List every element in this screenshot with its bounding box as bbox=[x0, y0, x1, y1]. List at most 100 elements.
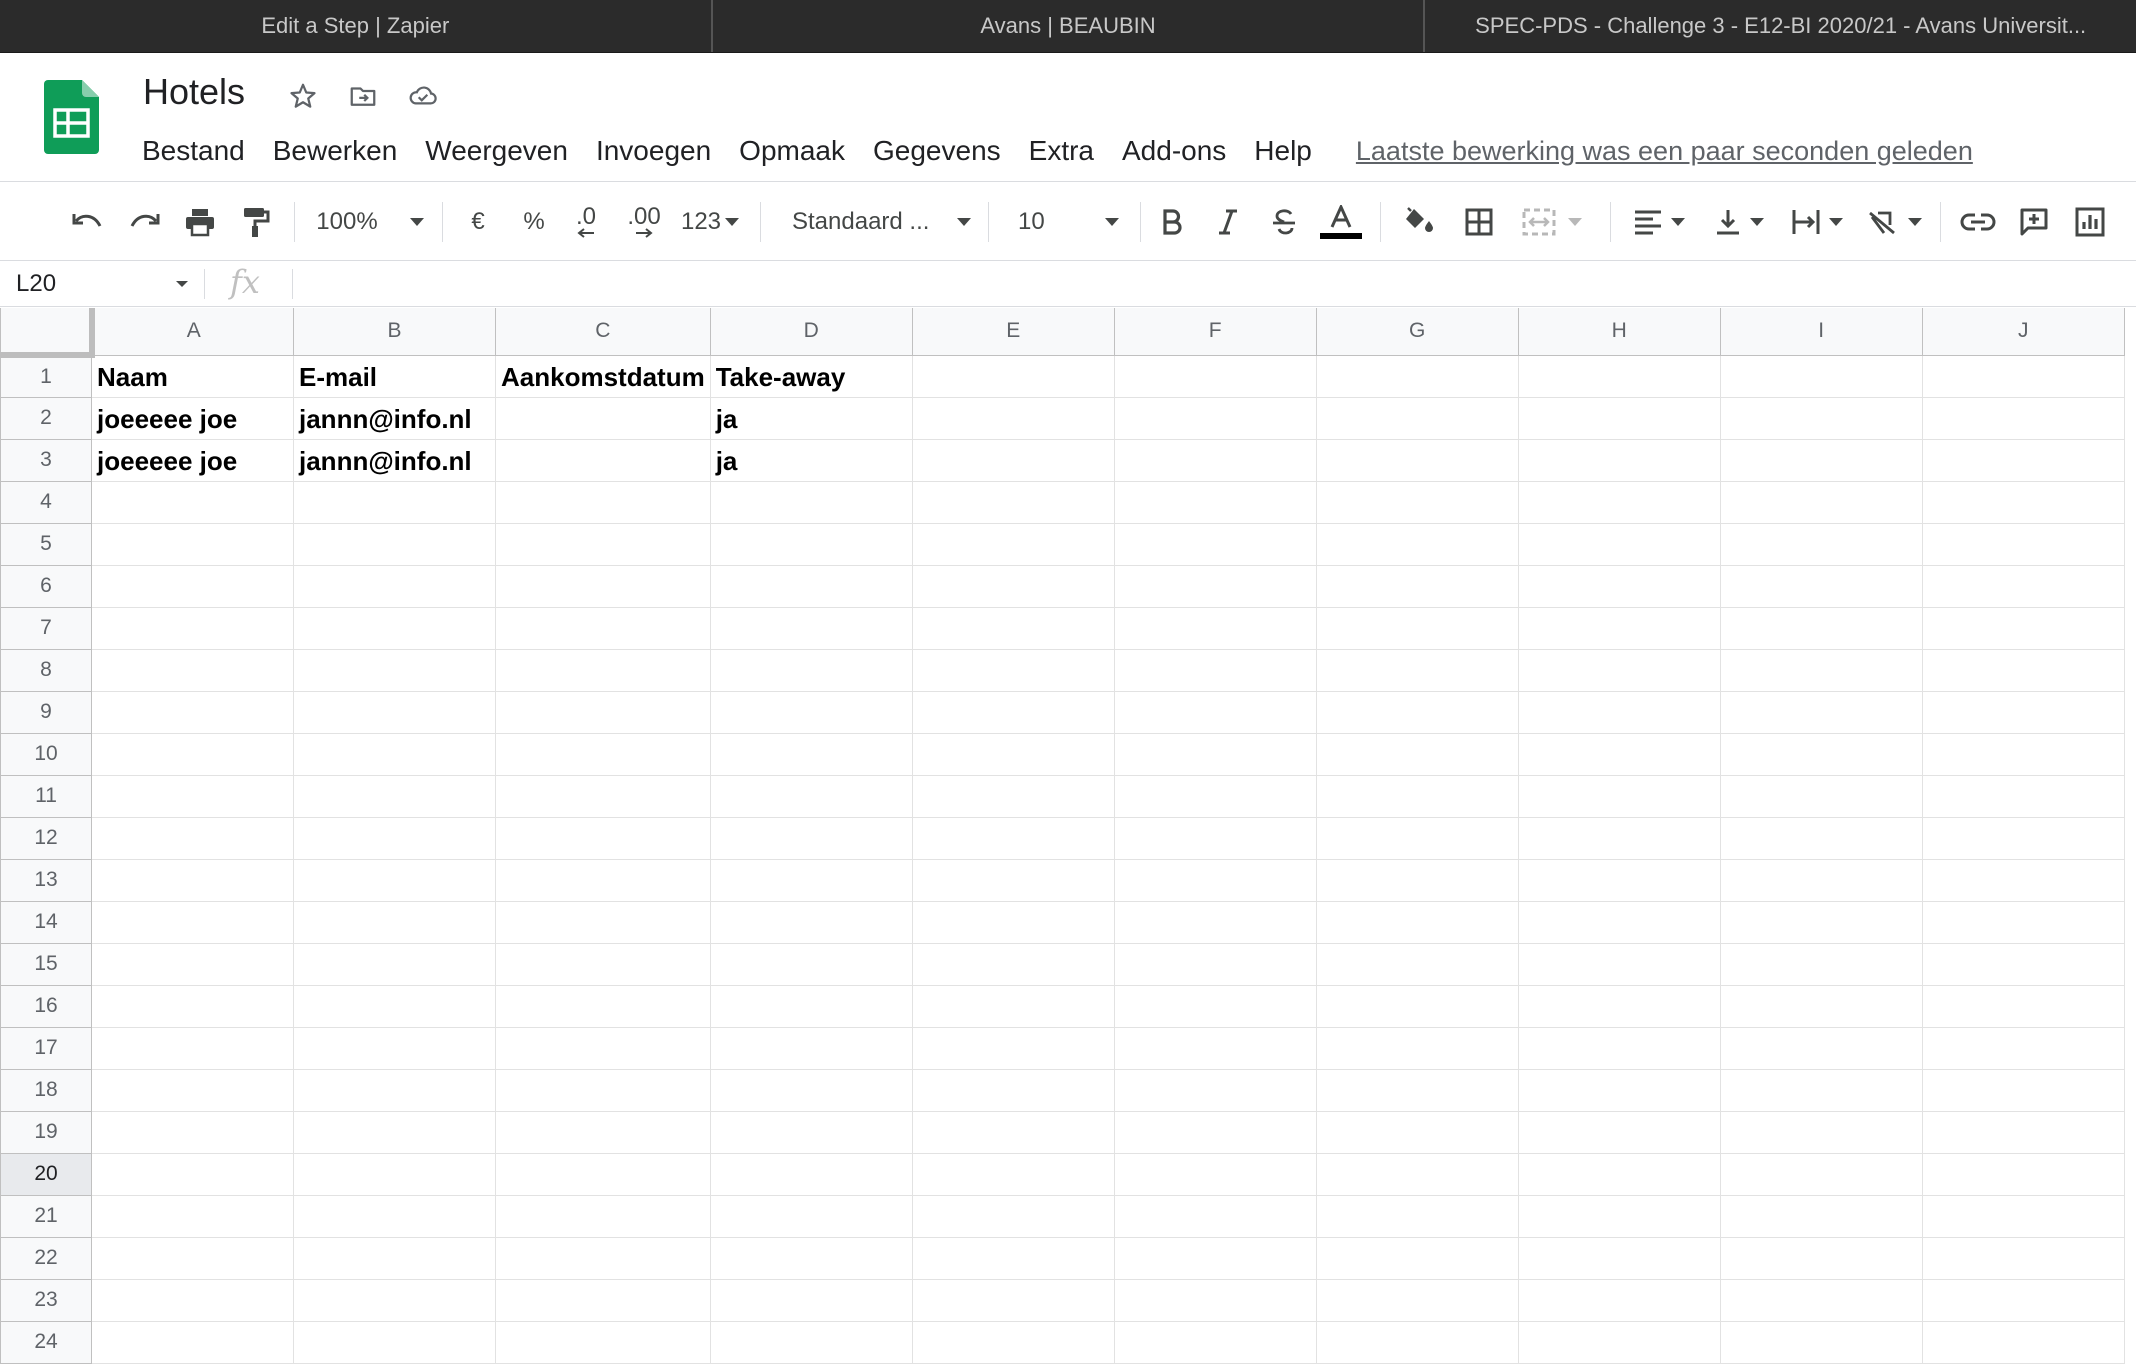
cell-j3[interactable] bbox=[1921, 438, 2125, 482]
cell-i7[interactable] bbox=[1719, 606, 1923, 650]
cell-e1[interactable] bbox=[911, 354, 1115, 398]
cell-f6[interactable] bbox=[1113, 564, 1317, 608]
cell-i3[interactable] bbox=[1719, 438, 1923, 482]
row-header[interactable]: 13 bbox=[0, 858, 92, 902]
cell-h18[interactable] bbox=[1517, 1068, 1721, 1112]
menu-bewerken[interactable]: Bewerken bbox=[259, 129, 412, 173]
cell-a22[interactable] bbox=[91, 1236, 294, 1280]
cell-d21[interactable] bbox=[709, 1194, 913, 1238]
cell-f2[interactable] bbox=[1113, 396, 1317, 440]
cell-j15[interactable] bbox=[1921, 942, 2125, 986]
cell-j22[interactable] bbox=[1921, 1236, 2125, 1280]
cell-e13[interactable] bbox=[911, 858, 1115, 902]
cell-i19[interactable] bbox=[1719, 1110, 1923, 1154]
cell-h9[interactable] bbox=[1517, 690, 1721, 734]
cell-e15[interactable] bbox=[911, 942, 1115, 986]
cell-c21[interactable] bbox=[495, 1194, 711, 1238]
cell-b22[interactable] bbox=[293, 1236, 496, 1280]
cell-f19[interactable] bbox=[1113, 1110, 1317, 1154]
cell-i17[interactable] bbox=[1719, 1026, 1923, 1070]
cell-a10[interactable] bbox=[91, 732, 294, 776]
row-header[interactable]: 18 bbox=[0, 1068, 92, 1112]
cell-i4[interactable] bbox=[1719, 480, 1923, 524]
cell-c8[interactable] bbox=[495, 648, 711, 692]
cell-c1[interactable]: Aankomstdatum bbox=[495, 354, 711, 398]
borders-icon[interactable] bbox=[1458, 182, 1500, 262]
cell-j9[interactable] bbox=[1921, 690, 2125, 734]
row-header[interactable]: 6 bbox=[0, 564, 92, 608]
cell-f11[interactable] bbox=[1113, 774, 1317, 818]
menu-extra[interactable]: Extra bbox=[1015, 129, 1108, 173]
cell-b17[interactable] bbox=[293, 1026, 496, 1070]
row-header[interactable]: 24 bbox=[0, 1320, 92, 1364]
cell-b10[interactable] bbox=[293, 732, 496, 776]
cell-a15[interactable] bbox=[91, 942, 294, 986]
text-color-icon[interactable] bbox=[1318, 182, 1364, 262]
cell-j6[interactable] bbox=[1921, 564, 2125, 608]
undo-icon[interactable] bbox=[66, 182, 110, 262]
cell-c5[interactable] bbox=[495, 522, 711, 566]
cell-i24[interactable] bbox=[1719, 1320, 1923, 1364]
cell-a18[interactable] bbox=[91, 1068, 294, 1112]
cell-a6[interactable] bbox=[91, 564, 294, 608]
cell-e17[interactable] bbox=[911, 1026, 1115, 1070]
sheets-logo-icon[interactable] bbox=[44, 80, 99, 154]
cell-j18[interactable] bbox=[1921, 1068, 2125, 1112]
select-all-corner[interactable] bbox=[0, 308, 95, 358]
cell-g2[interactable] bbox=[1315, 396, 1519, 440]
cell-e4[interactable] bbox=[911, 480, 1115, 524]
cell-d18[interactable] bbox=[709, 1068, 913, 1112]
cell-e19[interactable] bbox=[911, 1110, 1115, 1154]
cell-i18[interactable] bbox=[1719, 1068, 1923, 1112]
cell-g6[interactable] bbox=[1315, 564, 1519, 608]
cell-e24[interactable] bbox=[911, 1320, 1115, 1364]
browser-tab-avans[interactable]: Avans | BEAUBIN bbox=[713, 0, 1426, 52]
cell-d4[interactable] bbox=[709, 480, 913, 524]
last-edit-link[interactable]: Laatste bewerking was een paar seconden … bbox=[1356, 136, 1973, 167]
cell-j4[interactable] bbox=[1921, 480, 2125, 524]
cell-b20[interactable] bbox=[293, 1152, 496, 1196]
column-header-f[interactable]: F bbox=[1113, 308, 1317, 356]
cell-f9[interactable] bbox=[1113, 690, 1317, 734]
cell-h3[interactable] bbox=[1517, 438, 1721, 482]
cell-f13[interactable] bbox=[1113, 858, 1317, 902]
cell-c7[interactable] bbox=[495, 606, 711, 650]
row-header[interactable]: 4 bbox=[0, 480, 92, 524]
cell-i2[interactable] bbox=[1719, 396, 1923, 440]
cell-d22[interactable] bbox=[709, 1236, 913, 1280]
cell-g23[interactable] bbox=[1315, 1278, 1519, 1322]
cell-d12[interactable] bbox=[709, 816, 913, 860]
cell-a4[interactable] bbox=[91, 480, 294, 524]
cell-h23[interactable] bbox=[1517, 1278, 1721, 1322]
cell-h13[interactable] bbox=[1517, 858, 1721, 902]
cell-g4[interactable] bbox=[1315, 480, 1519, 524]
cell-a8[interactable] bbox=[91, 648, 294, 692]
cell-c18[interactable] bbox=[495, 1068, 711, 1112]
cell-c22[interactable] bbox=[495, 1236, 711, 1280]
cell-e16[interactable] bbox=[911, 984, 1115, 1028]
document-title[interactable]: Hotels bbox=[143, 71, 245, 113]
cell-d17[interactable] bbox=[709, 1026, 913, 1070]
cell-g5[interactable] bbox=[1315, 522, 1519, 566]
cell-d19[interactable] bbox=[709, 1110, 913, 1154]
strikethrough-icon[interactable] bbox=[1264, 182, 1304, 262]
cell-e20[interactable] bbox=[911, 1152, 1115, 1196]
cell-f4[interactable] bbox=[1113, 480, 1317, 524]
cell-c2[interactable] bbox=[495, 396, 711, 440]
cell-g7[interactable] bbox=[1315, 606, 1519, 650]
cell-d14[interactable] bbox=[709, 900, 913, 944]
row-header[interactable]: 7 bbox=[0, 606, 92, 650]
row-header[interactable]: 1 bbox=[0, 354, 92, 398]
cell-f16[interactable] bbox=[1113, 984, 1317, 1028]
cell-b14[interactable] bbox=[293, 900, 496, 944]
cell-h11[interactable] bbox=[1517, 774, 1721, 818]
cell-d13[interactable] bbox=[709, 858, 913, 902]
more-formats-button[interactable]: 123 bbox=[678, 182, 742, 262]
cell-e9[interactable] bbox=[911, 690, 1115, 734]
menu-weergeven[interactable]: Weergeven bbox=[411, 129, 582, 173]
row-header[interactable]: 9 bbox=[0, 690, 92, 734]
cell-g17[interactable] bbox=[1315, 1026, 1519, 1070]
row-header[interactable]: 23 bbox=[0, 1278, 92, 1322]
cell-h15[interactable] bbox=[1517, 942, 1721, 986]
cell-a5[interactable] bbox=[91, 522, 294, 566]
